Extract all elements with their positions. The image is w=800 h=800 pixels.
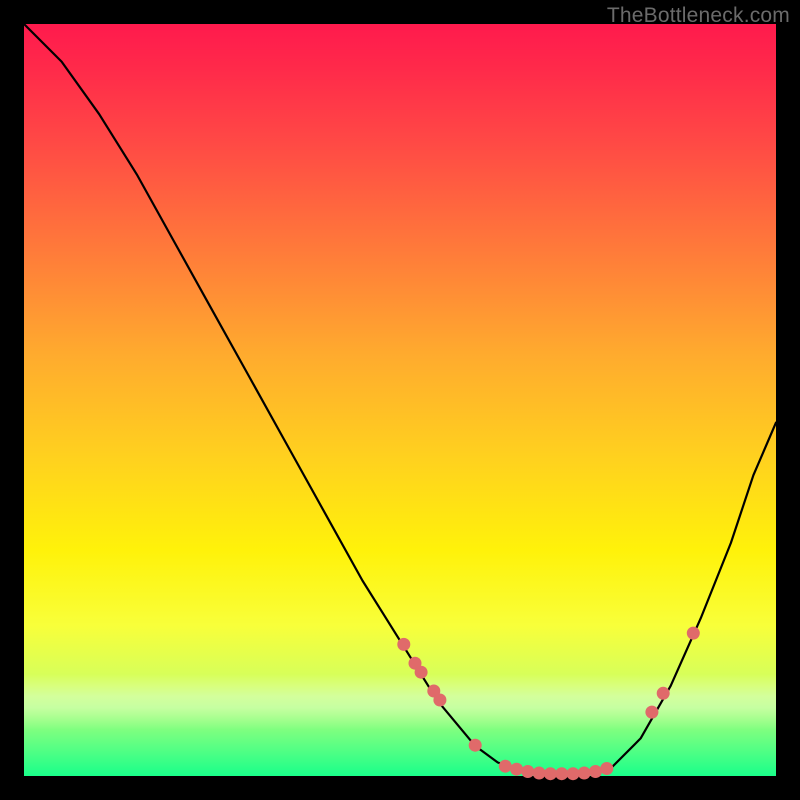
chart-marker xyxy=(555,767,568,780)
chart-marker xyxy=(499,760,512,773)
chart-marker xyxy=(521,765,534,778)
chart-marker xyxy=(687,627,700,640)
chart-curve xyxy=(24,24,776,774)
chart-frame xyxy=(24,24,776,776)
chart-markers xyxy=(397,627,700,781)
chart-marker xyxy=(533,767,546,780)
chart-marker xyxy=(600,762,613,775)
chart-marker xyxy=(433,694,446,707)
chart-marker xyxy=(567,767,580,780)
chart-marker xyxy=(645,706,658,719)
chart-marker xyxy=(578,767,591,780)
chart-marker xyxy=(589,765,602,778)
watermark-text: TheBottleneck.com xyxy=(607,4,790,28)
chart-marker xyxy=(544,767,557,780)
chart-marker xyxy=(397,638,410,651)
chart-marker xyxy=(657,687,670,700)
chart-marker xyxy=(469,739,482,752)
chart-svg xyxy=(24,24,776,776)
chart-marker xyxy=(510,763,523,776)
chart-marker xyxy=(415,666,428,679)
